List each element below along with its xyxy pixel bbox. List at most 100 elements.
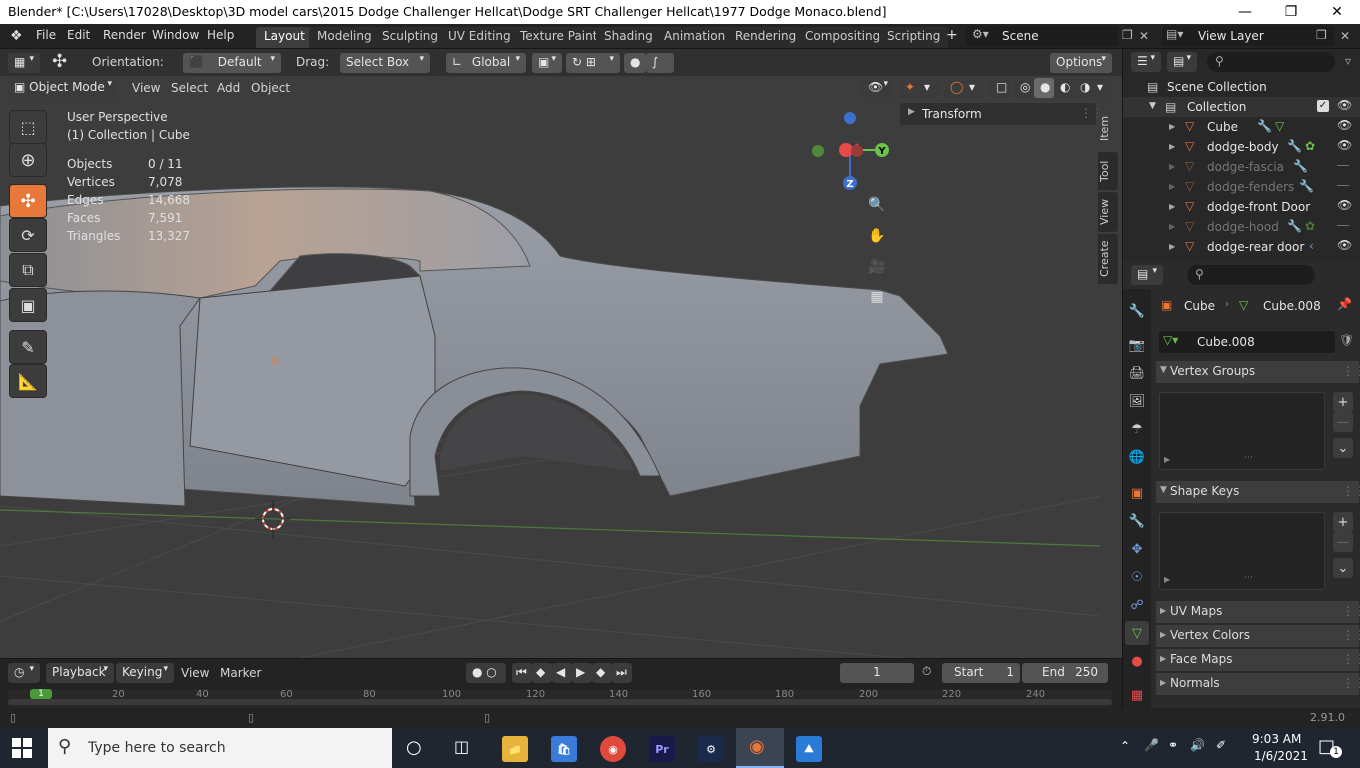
tab-animation[interactable]: Animation: [656, 27, 734, 48]
outliner-item[interactable]: ▶ ▽ dodge-body 🔧 ✿ 👁: [1123, 137, 1360, 157]
shape-key-menu-button[interactable]: ⌄: [1333, 558, 1353, 578]
tab-rendering[interactable]: Rendering: [727, 27, 805, 48]
taskbar-search-box[interactable]: ⚲ Type here to search: [48, 728, 392, 768]
visibility-eye-icon[interactable]: 👁: [1337, 198, 1352, 212]
zoom-icon[interactable]: 🔍: [864, 192, 890, 218]
rendered-shading-icon[interactable]: ◑: [1074, 78, 1094, 98]
start-frame-field[interactable]: Start 1: [942, 663, 1020, 683]
tab-compositing[interactable]: Compositing: [797, 27, 889, 48]
tab-shading[interactable]: Shading: [596, 27, 661, 48]
mode-dropdown[interactable]: ▣ Object Mode ▾: [8, 78, 118, 98]
viewport-menu-view[interactable]: View: [132, 81, 160, 95]
hidden-eye-icon[interactable]: ―: [1337, 158, 1349, 172]
minimize-button[interactable]: —: [1222, 0, 1268, 24]
timeline-ruler[interactable]: 1 20 40 60 80 100 120 140 160 180 200 22…: [8, 689, 1112, 707]
photos-icon[interactable]: ⛰: [796, 736, 822, 762]
remove-scene-icon[interactable]: ✕: [1139, 29, 1149, 43]
fake-user-shield-icon[interactable]: 🛡: [1339, 333, 1354, 347]
tab-scripting[interactable]: Scripting: [879, 27, 949, 48]
texture-tab-icon[interactable]: ▦: [1125, 683, 1149, 707]
menu-file[interactable]: File: [36, 28, 56, 42]
perspective-toggle-icon[interactable]: ▦: [864, 284, 890, 310]
blender-taskbar-button[interactable]: ◉: [736, 728, 784, 768]
steam-icon[interactable]: ⚙: [698, 736, 724, 762]
vertex-groups-list[interactable]: ▶ ⋯: [1159, 392, 1325, 470]
microphone-icon[interactable]: 🎤: [1144, 738, 1159, 752]
view-layer-selector[interactable]: ▤▾ View Layer ❐: [1162, 26, 1334, 46]
viewport-menu-object[interactable]: Object: [251, 81, 290, 95]
normals-panel-header[interactable]: ▶ Normals ⋮⋮: [1156, 673, 1360, 695]
jump-end-icon[interactable]: ⏭: [612, 663, 632, 683]
visibility-eye-icon[interactable]: 👁: [1337, 118, 1352, 132]
add-vertex-group-button[interactable]: +: [1333, 392, 1353, 412]
add-workspace-button[interactable]: +: [946, 27, 958, 43]
tray-expand-icon[interactable]: ⌃: [1120, 739, 1130, 753]
tool-tab-icon[interactable]: 🔧: [1125, 299, 1149, 323]
timeline-marker-menu[interactable]: Marker: [220, 666, 261, 680]
end-frame-field[interactable]: End 250: [1022, 663, 1108, 683]
play-reverse-icon[interactable]: ◀: [552, 663, 572, 683]
tab-uv-editing[interactable]: UV Editing: [440, 27, 519, 48]
blender-logo-icon[interactable]: ❖: [10, 28, 23, 44]
gizmo-toggle-icon[interactable]: ✦: [899, 78, 921, 98]
menu-window[interactable]: Window: [152, 28, 199, 42]
playback-menu[interactable]: Playback ▾: [46, 663, 114, 683]
tab-texture-paint[interactable]: Texture Paint: [512, 27, 606, 48]
viewport-menu-select[interactable]: Select: [171, 81, 208, 95]
outliner-scene-collection[interactable]: ▤ Scene Collection: [1123, 77, 1360, 97]
list-resize-grip-icon[interactable]: ⋯: [1244, 453, 1253, 463]
visibility-eye-icon[interactable]: 👁: [1337, 238, 1352, 252]
tab-modeling[interactable]: Modeling: [309, 27, 380, 48]
editor-type-icon[interactable]: ▦ ▾: [8, 53, 40, 73]
overlays-icon[interactable]: ◯: [944, 78, 966, 98]
vertex-group-menu-button[interactable]: ⌄: [1333, 438, 1353, 458]
shading-dropdown[interactable]: ▾: [1094, 78, 1112, 98]
display-mode-icon[interactable]: ▤ ▾: [1167, 52, 1197, 72]
timeline-view-menu[interactable]: View: [181, 666, 209, 680]
constraints-tab-icon[interactable]: ☍: [1125, 593, 1149, 617]
outliner-item[interactable]: ▶ ▽ dodge-rear door ‹ 👁: [1123, 237, 1360, 257]
outliner-search-input[interactable]: ⚲: [1207, 52, 1335, 72]
timeline-editor-type-icon[interactable]: ◷ ▾: [8, 663, 40, 683]
outliner-editor-type-icon[interactable]: ☰ ▾: [1131, 52, 1161, 72]
tab-layout[interactable]: Layout: [256, 27, 313, 48]
menu-help[interactable]: Help: [207, 28, 234, 42]
remove-view-layer-icon[interactable]: ✕: [1340, 29, 1350, 43]
clock-date[interactable]: 1/6/2021: [1254, 749, 1308, 763]
proportional-edit-button[interactable]: ●: [624, 53, 646, 73]
side-tab-view[interactable]: View: [1098, 192, 1118, 232]
outliner-item[interactable]: ▶ ▽ dodge-fenders 🔧 ―: [1123, 177, 1360, 197]
physics-tab-icon[interactable]: ☉: [1125, 565, 1149, 589]
side-tab-item[interactable]: Item: [1098, 106, 1118, 150]
pen-icon[interactable]: ✐: [1216, 738, 1226, 752]
options-dropdown[interactable]: Options ▾: [1050, 53, 1112, 73]
list-resize-grip-icon[interactable]: ⋯: [1244, 573, 1253, 583]
mesh-data-tab-icon[interactable]: ▽: [1125, 621, 1149, 645]
move-tool-button-icon[interactable]: ✣: [9, 184, 47, 218]
cursor-tool-icon[interactable]: ⊕: [9, 143, 47, 177]
mesh-datablock-field[interactable]: ▽▾ Cube.008: [1159, 331, 1335, 353]
play-icon[interactable]: ▶: [572, 663, 592, 683]
hidden-eye-icon[interactable]: ―: [1337, 218, 1349, 232]
scale-tool-icon[interactable]: ⧉: [9, 253, 47, 287]
orientation-dropdown[interactable]: ⬛ Default ▾: [183, 53, 281, 73]
side-tab-create[interactable]: Create: [1098, 234, 1118, 284]
volume-icon[interactable]: 🔊: [1190, 738, 1205, 752]
menu-render[interactable]: Render: [103, 28, 146, 42]
outliner-item[interactable]: ▶ ▽ dodge-hood 🔧 ✿ ―: [1123, 217, 1360, 237]
shape-keys-panel-header[interactable]: ▼ Shape Keys ⋮⋮: [1156, 481, 1360, 503]
annotate-tool-icon[interactable]: ✎: [9, 330, 47, 364]
add-shape-key-button[interactable]: +: [1333, 512, 1353, 532]
shape-keys-list[interactable]: ▶ ⋯: [1159, 512, 1325, 590]
measure-tool-icon[interactable]: 📐: [9, 364, 47, 398]
task-view-icon[interactable]: ◫: [454, 737, 469, 756]
collection-visibility-icon[interactable]: 👁: [1337, 98, 1352, 112]
maximize-button[interactable]: ❐: [1268, 0, 1314, 24]
modifier-tab-icon[interactable]: 🔧: [1125, 509, 1149, 533]
select-box-tool-icon[interactable]: ⬚: [9, 110, 47, 144]
notifications-icon[interactable]: □ 1: [1318, 736, 1342, 760]
scene-tab-icon[interactable]: ☂: [1125, 417, 1149, 441]
pan-hand-icon[interactable]: ✋: [864, 223, 890, 249]
current-frame-field[interactable]: 1: [840, 663, 914, 683]
store-icon[interactable]: 🛍: [551, 736, 577, 762]
